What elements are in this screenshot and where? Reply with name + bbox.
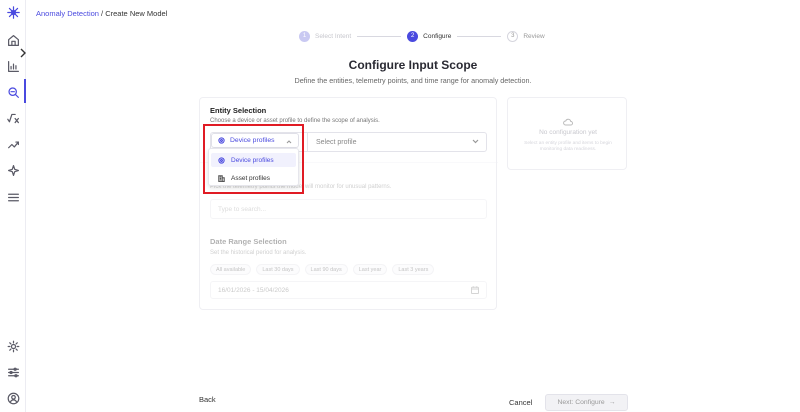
daterange-input[interactable]: 16/01/2026 - 15/04/2026 <box>210 281 487 299</box>
step-label: Select Intent <box>315 32 352 40</box>
settings-icon[interactable] <box>5 338 21 354</box>
menu-icon[interactable] <box>5 189 21 205</box>
sparkle-icon[interactable] <box>5 162 21 178</box>
back-button[interactable]: Back <box>199 395 216 404</box>
telemetry-search-placeholder: Type to search... <box>218 205 267 213</box>
logo-icon[interactable] <box>5 4 21 20</box>
no-config-title: No configuration yet <box>539 129 597 136</box>
entity-section-title: Entity Selection <box>210 106 267 115</box>
preset-chip-1y[interactable]: Last year <box>352 264 388 275</box>
menu-item-label: Device profiles <box>231 156 274 164</box>
home-icon[interactable] <box>5 32 21 48</box>
step-connector <box>457 35 502 37</box>
step-number: 2 <box>407 30 419 42</box>
app-root: Anomaly Detection / Create New Model 1 S… <box>0 0 800 412</box>
menu-item-asset-profiles[interactable]: Asset profiles <box>211 171 296 185</box>
trend-icon[interactable] <box>5 136 21 152</box>
next-button[interactable]: Next: Configure → <box>545 394 628 411</box>
input-scope-card: Entity Selection Choose a device or asse… <box>199 97 498 310</box>
preset-chip-90d[interactable]: Last 90 days <box>304 264 348 275</box>
next-button-label: Next: Configure <box>557 399 605 406</box>
daterange-presets: All available Last 30 days Last 90 days … <box>210 264 435 275</box>
daterange-section-title: Date Range Selection <box>210 237 287 246</box>
menu-item-device-profiles[interactable]: Device profiles <box>211 153 296 167</box>
calendar-icon[interactable] <box>471 286 479 296</box>
configuration-preview-panel: No configuration yet Select an entity pr… <box>507 97 627 170</box>
page-subtitle: Define the entities, telemetry points, a… <box>294 76 532 85</box>
step-number: 3 <box>507 30 519 42</box>
chevron-up-icon <box>286 139 292 146</box>
step-label: Configure <box>423 32 452 40</box>
step-configure: 2 Configure <box>407 30 452 42</box>
preset-chip-30d[interactable]: Last 30 days <box>256 264 300 275</box>
step-select-intent[interactable]: 1 Select Intent <box>299 30 352 42</box>
stepper: 1 Select Intent 2 Configure 3 Review <box>299 30 545 42</box>
breadcrumb-parent-link[interactable]: Anomaly Detection <box>36 9 99 18</box>
page-title: Configure Input Scope <box>348 58 478 72</box>
daterange-section-description: Set the historical period for analysis. <box>210 250 307 256</box>
breadcrumb-current: Create New Model <box>105 9 168 18</box>
step-connector <box>357 35 402 37</box>
entity-type-dropdown[interactable]: Device profiles <box>211 133 299 148</box>
profile-select[interactable]: Select profile <box>307 133 486 151</box>
building-icon <box>218 174 225 182</box>
formula-icon[interactable] <box>5 110 21 126</box>
preset-chip-all[interactable]: All available <box>210 264 252 275</box>
breadcrumb: Anomaly Detection / Create New Model <box>36 9 167 18</box>
entity-type-selected: Device profiles <box>230 137 275 144</box>
no-config-description: Select an entity profile and items to be… <box>524 141 612 152</box>
arrow-right-icon: → <box>608 399 616 406</box>
device-profile-icon <box>218 156 225 164</box>
telemetry-search-input[interactable]: Type to search... <box>210 199 487 219</box>
cloud-icon <box>563 113 573 126</box>
sliders-icon[interactable] <box>5 364 21 380</box>
entity-type-menu: Device profiles Asset profiles <box>208 148 299 186</box>
step-label: Review <box>523 32 545 40</box>
entity-section-description: Choose a device or asset profile to defi… <box>210 118 380 124</box>
menu-item-label: Asset profiles <box>231 174 271 182</box>
cancel-button[interactable]: Cancel <box>509 398 532 407</box>
search-icon[interactable] <box>5 84 21 100</box>
preset-chip-3y[interactable]: Last 3 years <box>392 264 435 275</box>
profile-select-placeholder: Select profile <box>316 138 357 146</box>
chevron-down-icon <box>472 139 479 146</box>
daterange-value: 16/01/2026 - 15/04/2026 <box>218 286 289 294</box>
step-review: 3 Review <box>507 30 545 42</box>
device-profile-icon <box>218 137 225 144</box>
user-icon[interactable] <box>5 390 21 406</box>
step-number: 1 <box>299 30 310 42</box>
